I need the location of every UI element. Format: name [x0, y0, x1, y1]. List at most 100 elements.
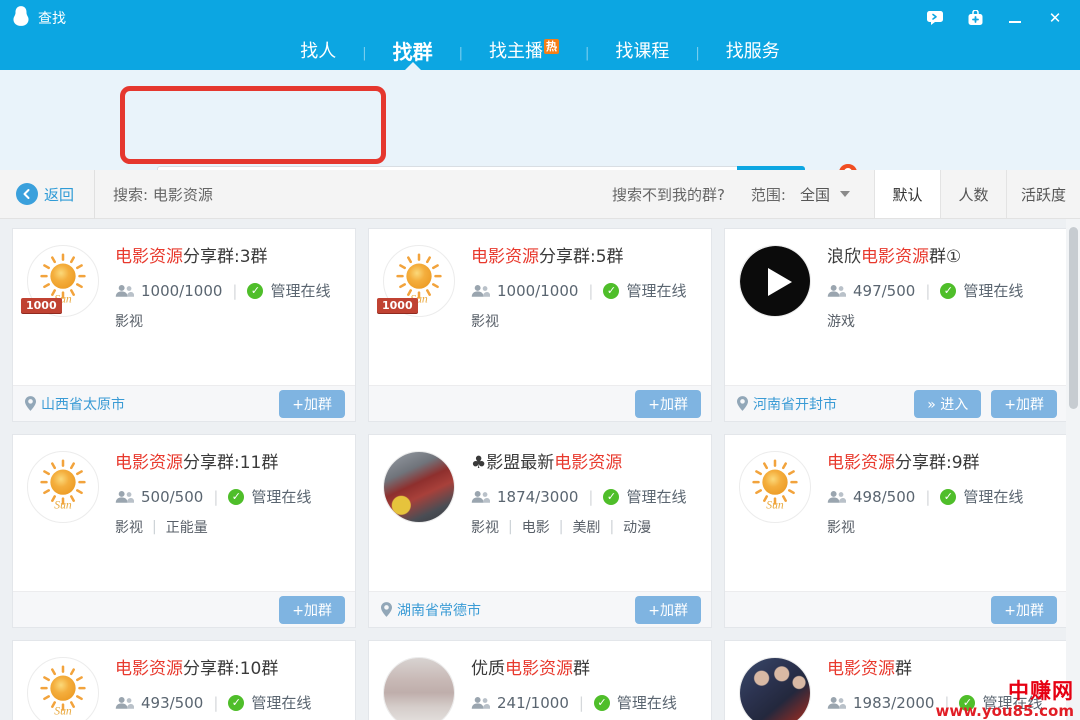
- group-card-1[interactable]: Sun1000 电影资源分享群:3群 1000/1000 | ✓ 管理在线 影视…: [12, 228, 356, 422]
- sort-tab-活跃度[interactable]: 活跃度: [1006, 170, 1080, 218]
- join-group-button[interactable]: +加群: [635, 596, 701, 624]
- member-count: 498/500: [853, 488, 915, 506]
- close-button[interactable]: ✕: [1042, 7, 1068, 29]
- chevron-down-icon: [840, 191, 850, 197]
- group-card-6[interactable]: Sun 电影资源分享群:9群 498/500 | ✓ 管理在线 影视 +加群: [724, 434, 1068, 628]
- group-tag: 影视: [115, 517, 143, 537]
- member-count: 1000/1000: [497, 282, 578, 300]
- group-card-3[interactable]: 浪欣电影资源群① 497/500 | ✓ 管理在线 游戏 河南省开封市 » 进入…: [724, 228, 1068, 422]
- check-icon: ✓: [228, 489, 244, 505]
- card-footer: 河南省开封市 » 进入 +加群: [725, 385, 1067, 421]
- check-icon: ✓: [247, 283, 263, 299]
- group-card-8[interactable]: 优质电影资源群 241/1000 | ✓ 管理在线 影视 +加群: [368, 640, 712, 720]
- scrollbar-track[interactable]: [1066, 219, 1080, 720]
- join-group-button[interactable]: +加群: [279, 596, 345, 624]
- hot-badge: 热: [544, 39, 559, 54]
- group-title: 电影资源分享群:9群: [827, 453, 1023, 474]
- members-icon: [115, 696, 134, 710]
- group-tag: 美剧: [572, 517, 600, 537]
- window-title: 查找: [38, 8, 66, 28]
- check-icon: ✓: [228, 695, 244, 711]
- group-title: 浪欣电影资源群①: [827, 247, 1023, 268]
- minimize-button[interactable]: [1002, 7, 1028, 29]
- group-tags: 影视|正能量: [115, 517, 311, 537]
- card-footer: +加群: [13, 591, 355, 627]
- back-button[interactable]: 返回: [0, 170, 94, 218]
- svg-text:Sun: Sun: [766, 498, 784, 511]
- join-group-button[interactable]: +加群: [279, 390, 345, 418]
- check-icon: ✓: [603, 283, 619, 299]
- nav-tab-0[interactable]: 找人: [274, 36, 362, 70]
- back-arrow-icon: [16, 183, 38, 205]
- qq-penguin-logo-icon: [12, 5, 30, 31]
- admin-online-status: 管理在线: [617, 692, 677, 713]
- enter-group-button[interactable]: » 进入: [914, 390, 981, 418]
- admin-online-status: 管理在线: [963, 280, 1023, 301]
- group-title: 电影资源分享群:3群: [115, 247, 330, 268]
- svg-text:Sun: Sun: [54, 498, 72, 511]
- group-location[interactable]: 河南省开封市: [737, 394, 837, 414]
- safety-kit-icon[interactable]: [962, 7, 988, 29]
- category-nav: 找人|找群|找主播热|找课程|找服务: [0, 36, 1080, 70]
- cant-find-group-link[interactable]: 搜索不到我的群?: [612, 184, 725, 205]
- group-tag: 影视: [471, 517, 499, 537]
- group-tag: 影视: [115, 311, 143, 331]
- members-icon: [471, 696, 490, 710]
- admin-online-status: 管理在线: [626, 280, 686, 301]
- sun-avatar: Sun: [739, 451, 811, 523]
- sort-tab-默认[interactable]: 默认: [874, 170, 940, 218]
- group-tag: 动漫: [623, 517, 651, 537]
- sort-tab-人数[interactable]: 人数: [940, 170, 1006, 218]
- check-icon: ✓: [959, 695, 975, 711]
- join-group-button[interactable]: +加群: [635, 390, 701, 418]
- members-icon: [827, 490, 846, 504]
- sort-tabs: 默认人数活跃度: [874, 170, 1080, 218]
- join-group-button[interactable]: +加群: [991, 596, 1057, 624]
- card-footer: +加群: [369, 385, 711, 421]
- nav-tab-4[interactable]: 找服务: [700, 36, 806, 70]
- group-title: 电影资源分享群:5群: [471, 247, 686, 268]
- group-location[interactable]: 湖南省常德市: [381, 600, 481, 620]
- group-card-7[interactable]: Sun 电影资源分享群:10群 493/500 | ✓ 管理在线 影视 +加群: [12, 640, 356, 720]
- admin-online-status: 管理在线: [626, 486, 686, 507]
- results-area: Sun1000 电影资源分享群:3群 1000/1000 | ✓ 管理在线 影视…: [0, 219, 1080, 720]
- group-tag: 电影: [522, 517, 550, 537]
- group-tags: 影视: [115, 311, 330, 331]
- check-icon: ✓: [603, 489, 619, 505]
- scope-dropdown[interactable]: 全国: [800, 184, 850, 205]
- nav-tab-3[interactable]: 找课程: [589, 36, 695, 70]
- group-card-2[interactable]: Sun1000 电影资源分享群:5群 1000/1000 | ✓ 管理在线 影视…: [368, 228, 712, 422]
- admin-online-status: 管理在线: [982, 692, 1042, 713]
- group-tags: 影视: [471, 311, 686, 331]
- group-card-5[interactable]: ♣影盟最新电影资源 1874/3000 | ✓ 管理在线 影视|电影|美剧|动漫…: [368, 434, 712, 628]
- member-count: 500/500: [141, 488, 203, 506]
- check-icon: ✓: [940, 489, 956, 505]
- join-group-button[interactable]: +加群: [991, 390, 1057, 418]
- nav-tab-2[interactable]: 找主播热: [463, 36, 585, 70]
- member-count: 493/500: [141, 694, 203, 712]
- svg-text:Sun: Sun: [54, 704, 72, 717]
- group-tags: 影视|电影|美剧|动漫: [471, 517, 686, 537]
- group-tag: 影视: [471, 311, 499, 331]
- nav-tab-1[interactable]: 找群: [367, 36, 459, 70]
- group-card-9[interactable]: 电影资源群 1983/2000 | ✓ 管理在线 影视|电影|美剧 +加群: [724, 640, 1068, 720]
- admin-online-status: 管理在线: [270, 280, 330, 301]
- filter-bar: 返回 搜索: 电影资源 搜索不到我的群? 范围: 全国 默认人数活跃度: [0, 170, 1080, 219]
- member-count: 241/1000: [497, 694, 569, 712]
- group-tag: 正能量: [166, 517, 208, 537]
- group-tag: 影视: [827, 517, 855, 537]
- feedback-icon[interactable]: [922, 7, 948, 29]
- person-photo-avatar: [383, 657, 455, 720]
- group-location[interactable]: 山西省太原市: [25, 394, 125, 414]
- check-icon: ✓: [940, 283, 956, 299]
- video-play-avatar: [739, 245, 811, 317]
- admin-online-status: 管理在线: [251, 692, 311, 713]
- members-icon: [827, 284, 846, 298]
- sun-avatar: Sun: [27, 451, 99, 523]
- group-title: 优质电影资源群: [471, 659, 677, 680]
- search-breadcrumb: 搜索: 电影资源: [95, 184, 213, 205]
- scrollbar-thumb[interactable]: [1069, 227, 1078, 409]
- location-pin-icon: [737, 396, 748, 411]
- group-card-4[interactable]: Sun 电影资源分享群:11群 500/500 | ✓ 管理在线 影视|正能量 …: [12, 434, 356, 628]
- members-icon: [827, 696, 846, 710]
